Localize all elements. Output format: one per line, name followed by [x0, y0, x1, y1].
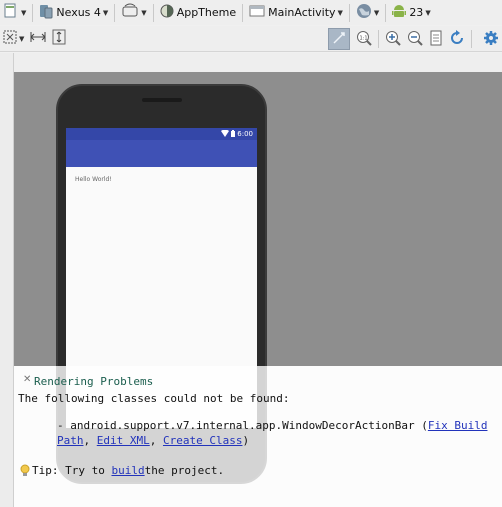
actual-size-icon: 1:1	[356, 30, 372, 49]
zoom-out-button[interactable]	[404, 29, 426, 50]
activity-dropdown[interactable]: MainActivity ▼	[246, 2, 346, 23]
theme-icon	[160, 4, 174, 21]
zoom-toolbar: ▼ 1:1	[0, 26, 502, 52]
layout-file-icon	[3, 3, 19, 22]
create-class-link[interactable]: Create Class	[163, 434, 242, 447]
chevron-down-icon: ▼	[425, 8, 431, 17]
hello-textview[interactable]: Hello World!	[75, 176, 257, 183]
separator	[32, 3, 34, 22]
chevron-down-icon: ▼	[141, 8, 147, 17]
tip-suffix: the project.	[144, 464, 225, 477]
problems-message: The following classes could not be found…	[18, 392, 290, 405]
zoom-in-button[interactable]	[382, 29, 404, 50]
separator-text: ,	[83, 434, 97, 447]
settings-icon	[483, 30, 499, 49]
actual-size-button[interactable]: 1:1	[353, 29, 375, 50]
separator	[385, 3, 387, 22]
refresh-icon	[449, 29, 465, 49]
tip-line: Tip: Try to build the project.	[20, 463, 224, 478]
separator	[378, 30, 379, 48]
toggle-mode-button[interactable]	[328, 28, 350, 50]
tip-prefix: Tip: Try to	[32, 464, 105, 477]
api-level-dropdown[interactable]: 23 ▼	[389, 2, 433, 23]
speaker-grille	[142, 98, 182, 102]
refresh-button[interactable]	[446, 29, 468, 50]
orientation-icon	[121, 3, 139, 22]
vertical-fit-icon	[52, 29, 66, 48]
locale-icon	[356, 3, 372, 22]
separator	[348, 3, 350, 22]
lightbulb-icon	[20, 464, 30, 477]
build-link[interactable]: build	[111, 463, 144, 478]
screenshot-icon	[429, 30, 443, 49]
device-icon	[39, 3, 53, 22]
vertical-fit-button[interactable]	[49, 28, 69, 49]
separator	[242, 3, 244, 22]
zoom-to-fit-icon	[3, 30, 17, 47]
theme-button[interactable]: AppTheme	[157, 2, 239, 23]
status-bar: 6:00	[66, 128, 257, 140]
problems-title: Rendering Problems	[34, 375, 154, 388]
wifi-icon	[221, 129, 230, 139]
rendering-problems-panel: ✕ Rendering Problems The following class…	[14, 366, 502, 507]
device-dropdown[interactable]: Nexus 4 ▼	[36, 2, 111, 23]
api-level-label: 23	[409, 6, 424, 19]
canvas-top-band	[14, 53, 502, 72]
settings-dropdown[interactable]	[480, 29, 502, 50]
separator	[114, 3, 116, 22]
orientation-dropdown[interactable]: ▼	[118, 2, 149, 23]
zoom-controls: 1:1	[328, 26, 502, 52]
activity-label: MainActivity	[268, 6, 336, 19]
app-bar	[66, 140, 257, 167]
separator-text: ,	[149, 434, 163, 447]
android-api-icon	[392, 3, 407, 22]
horizontal-fit-button[interactable]	[27, 28, 49, 49]
chevron-down-icon: ▼	[102, 8, 109, 17]
side-strip	[0, 53, 14, 507]
chevron-down-icon: ▼	[21, 8, 27, 17]
layout-toolbar: ▼ Nexus 4 ▼ ▼ AppTheme MainActivity ▼ ▼	[0, 0, 502, 25]
horizontal-fit-icon	[30, 30, 46, 47]
toggle-mode-icon	[332, 31, 346, 48]
edit-xml-link[interactable]: Edit XML	[97, 434, 150, 447]
missing-class-entry: - android.support.v7.internal.app.Window…	[57, 418, 497, 448]
status-time: 6:00	[237, 130, 253, 138]
closing-paren: )	[242, 434, 250, 447]
device-label: Nexus 4	[56, 6, 101, 19]
chevron-down-icon: ▼	[19, 34, 25, 43]
zoom-in-icon	[385, 30, 401, 49]
locale-dropdown[interactable]: ▼	[353, 2, 382, 23]
separator	[152, 3, 154, 22]
svg-text:1:1: 1:1	[360, 35, 368, 41]
separator	[471, 30, 472, 48]
chevron-down-icon: ▼	[337, 8, 343, 17]
chevron-down-icon: ▼	[373, 8, 380, 17]
zoom-out-icon	[407, 30, 423, 49]
screenshot-button[interactable]	[426, 29, 446, 50]
theme-label: AppTheme	[176, 6, 237, 19]
zoom-to-fit-dropdown[interactable]: ▼	[0, 28, 27, 49]
layout-file-dropdown[interactable]: ▼	[0, 2, 29, 23]
missing-class-text: - android.support.v7.internal.app.Window…	[57, 419, 428, 432]
close-icon[interactable]: ✕	[23, 372, 31, 387]
battery-icon	[231, 129, 236, 139]
activity-icon	[249, 4, 265, 21]
